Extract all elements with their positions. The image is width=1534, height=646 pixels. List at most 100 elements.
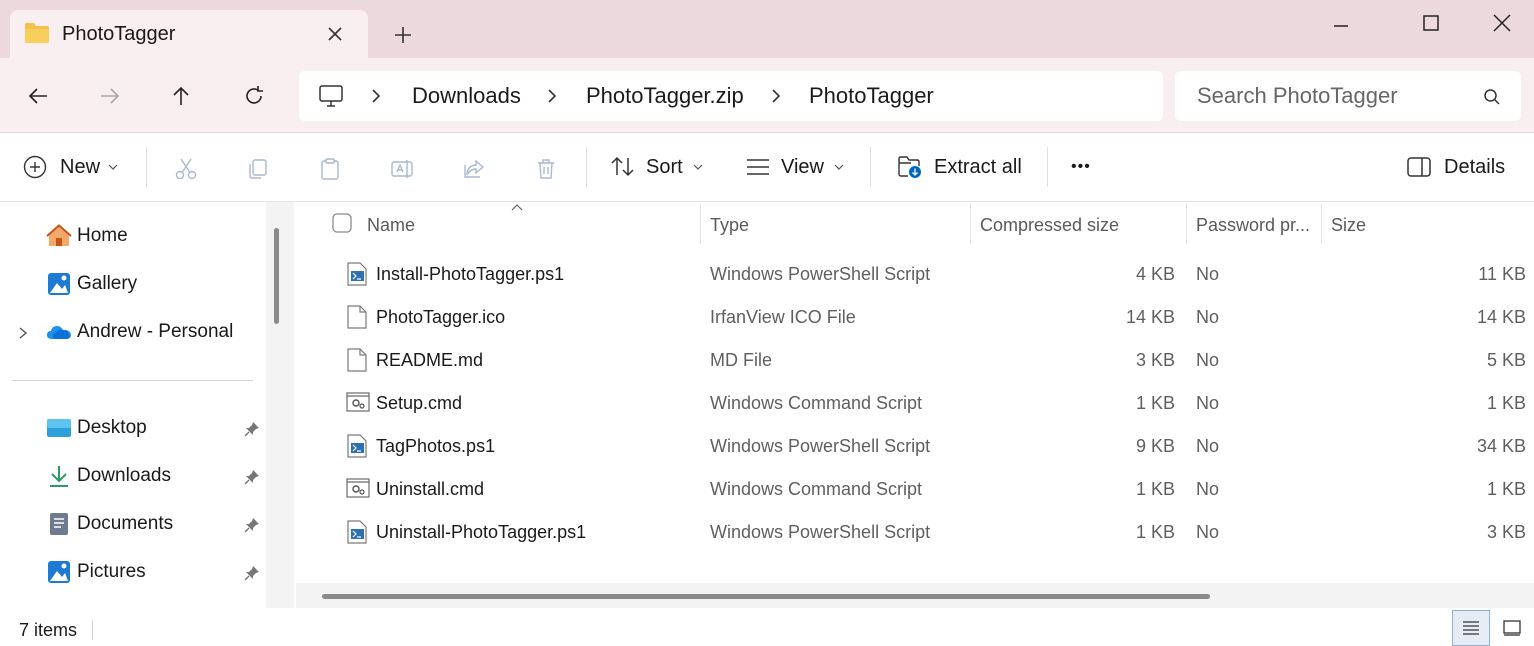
file-row[interactable]: Setup.cmd Windows Command Script 1 KB No… [296, 381, 1534, 424]
file-type: Windows PowerShell Script [710, 436, 931, 456]
file-size: 5 KB [1486, 350, 1526, 370]
powershell-script-icon [346, 520, 368, 544]
breadcrumb-downloads[interactable]: Downloads [412, 83, 521, 109]
file-type: Windows PowerShell Script [710, 264, 931, 284]
chevron-right-icon[interactable] [545, 88, 559, 104]
refresh-button[interactable] [234, 78, 274, 114]
address-bar[interactable]: Downloads PhotoTagger.zip PhotoTagger [299, 71, 1163, 121]
pictures-icon [46, 559, 72, 585]
select-all-checkbox[interactable] [332, 213, 352, 233]
file-password-protected: No [1196, 393, 1220, 413]
sidebar-item-label: Desktop [77, 417, 147, 438]
file-password-protected: No [1196, 307, 1220, 327]
sidebar-item-downloads[interactable]: Downloads [46, 461, 171, 491]
details-button[interactable]: Details [1406, 147, 1505, 187]
sidebar-scrollbar-thumb[interactable] [274, 228, 279, 324]
pin-icon[interactable] [244, 517, 260, 533]
details-view-icon [1463, 621, 1479, 635]
large-icons-view-button[interactable] [1494, 610, 1530, 646]
file-row[interactable]: PhotoTagger.ico IrfanView ICO File 14 KB… [296, 295, 1534, 338]
file-size: 34 KB [1476, 436, 1526, 456]
file-size: 3 KB [1486, 522, 1526, 542]
arrow-up-icon [173, 86, 189, 105]
chevron-down-icon [834, 164, 844, 170]
share-icon[interactable] [462, 157, 486, 181]
close-tab-icon[interactable] [326, 25, 344, 43]
sort-ascending-icon [510, 203, 524, 211]
sidebar-item-desktop[interactable]: Desktop [46, 413, 147, 443]
file-type: Windows Command Script [710, 479, 923, 499]
new-button[interactable]: New [22, 147, 118, 187]
sidebar-item-documents[interactable]: Documents [46, 509, 173, 539]
up-button[interactable] [161, 78, 201, 114]
tab-phototagger[interactable]: PhotoTagger [10, 10, 368, 58]
sidebar-scrollbar[interactable] [266, 202, 294, 608]
this-pc-icon[interactable] [318, 84, 344, 108]
search-input[interactable] [1197, 83, 1467, 109]
sidebar-item-home[interactable]: Home [46, 221, 128, 251]
column-divider[interactable] [1321, 204, 1322, 244]
sort-icon [611, 156, 634, 177]
sidebar-item-label: Gallery [77, 273, 138, 294]
delete-icon[interactable] [534, 157, 558, 181]
cut-icon[interactable] [174, 157, 198, 181]
column-header-size[interactable]: Size [1331, 215, 1366, 236]
copy-icon[interactable] [246, 157, 270, 181]
large-icons-view-icon [1503, 620, 1521, 636]
file-row[interactable]: README.md MD File 3 KB No 5 KB [296, 338, 1534, 381]
forward-button[interactable] [90, 78, 130, 114]
maximize-button[interactable] [1408, 8, 1454, 38]
rename-icon[interactable] [390, 157, 414, 181]
extract-all-button[interactable]: Extract all [897, 147, 1022, 187]
column-divider[interactable] [970, 204, 971, 244]
sidebar-item-onedrive[interactable]: Andrew - Personal [46, 317, 233, 347]
column-header-type[interactable]: Type [710, 215, 749, 236]
chevron-right-icon[interactable] [769, 88, 783, 104]
minimize-button[interactable] [1318, 8, 1364, 38]
sidebar-item-pictures[interactable]: Pictures [46, 557, 146, 587]
file-row[interactable]: TagPhotos.ps1 Windows PowerShell Script … [296, 424, 1534, 467]
sidebar-item-gallery[interactable]: Gallery [46, 269, 137, 299]
column-header-name[interactable]: Name [367, 215, 415, 236]
pin-icon[interactable] [244, 565, 260, 581]
file-size: 1 KB [1486, 393, 1526, 413]
file-row[interactable]: Uninstall.cmd Windows Command Script 1 K… [296, 467, 1534, 510]
column-header-compressed-size[interactable]: Compressed size [980, 215, 1119, 236]
horizontal-scrollbar[interactable] [296, 583, 1534, 608]
toolbar-divider [870, 147, 871, 187]
back-button[interactable] [18, 78, 58, 114]
file-row[interactable]: Install-PhotoTagger.ps1 Windows PowerShe… [296, 252, 1534, 295]
new-tab-button[interactable] [392, 24, 414, 46]
expand-chevron-icon[interactable] [17, 326, 29, 340]
column-header-password[interactable]: Password pr... [1196, 215, 1310, 236]
pin-icon[interactable] [244, 421, 260, 437]
search-icon[interactable] [1483, 88, 1501, 106]
details-view-button[interactable] [1452, 610, 1490, 646]
view-button[interactable]: View [745, 147, 844, 187]
paste-icon[interactable] [318, 157, 342, 181]
details-pane-icon [1407, 157, 1431, 177]
file-compressed-size: 1 KB [1135, 479, 1175, 499]
column-divider[interactable] [700, 204, 701, 244]
view-label: View [781, 155, 824, 178]
more-options-button[interactable]: ••• [1071, 147, 1091, 187]
file-type: Windows Command Script [710, 393, 923, 413]
chevron-right-icon[interactable] [369, 88, 383, 104]
file-compressed-size: 4 KB [1135, 264, 1175, 284]
sort-button[interactable]: Sort [610, 147, 703, 187]
download-icon [46, 463, 72, 489]
file-list: Name Type Compressed size Password pr...… [296, 202, 1534, 608]
extract-icon [898, 156, 921, 178]
sidebar-item-label: Andrew - Personal [77, 321, 234, 342]
breadcrumb-zip[interactable]: PhotoTagger.zip [586, 83, 744, 109]
column-divider[interactable] [1186, 204, 1187, 244]
horizontal-scrollbar-thumb[interactable] [322, 594, 1210, 599]
details-label: Details [1444, 155, 1506, 178]
pin-icon[interactable] [244, 469, 260, 485]
close-window-button[interactable] [1479, 8, 1525, 38]
sidebar-divider [12, 380, 253, 381]
breadcrumb-phototagger[interactable]: PhotoTagger [809, 83, 934, 109]
file-row[interactable]: Uninstall-PhotoTagger.ps1 Windows PowerS… [296, 510, 1534, 553]
search-box[interactable] [1175, 71, 1521, 121]
chevron-down-icon [108, 164, 118, 170]
